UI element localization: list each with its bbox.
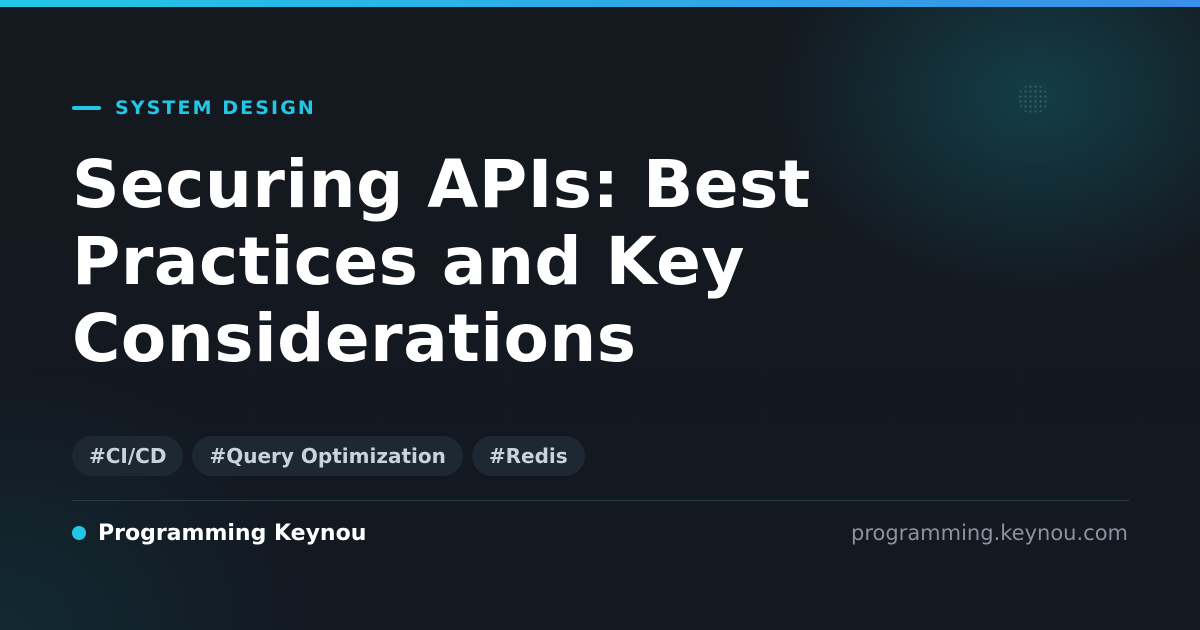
site-url: programming.keynou.com [851,521,1128,545]
category-label: SYSTEM DESIGN [115,97,316,119]
brand-dot-icon [72,526,86,540]
article-title: Securing APIs: Best Practices and Key Co… [72,146,811,377]
tag-list: #CI/CD #Query Optimization #Redis [72,436,585,476]
brand: Programming Keynou [72,518,366,548]
share-card: SYSTEM DESIGN Securing APIs: Best Practi… [0,0,1200,630]
category-eyebrow: SYSTEM DESIGN [72,94,316,122]
footer-divider [72,500,1129,501]
tag-pill: #Query Optimization [192,436,463,476]
tag-pill: #CI/CD [72,436,184,476]
decorative-dot-pattern [1018,84,1048,114]
accent-top-bar [0,0,1200,7]
tag-pill: #Redis [471,436,585,476]
brand-name: Programming Keynou [98,520,367,546]
category-dash-icon [72,106,101,110]
